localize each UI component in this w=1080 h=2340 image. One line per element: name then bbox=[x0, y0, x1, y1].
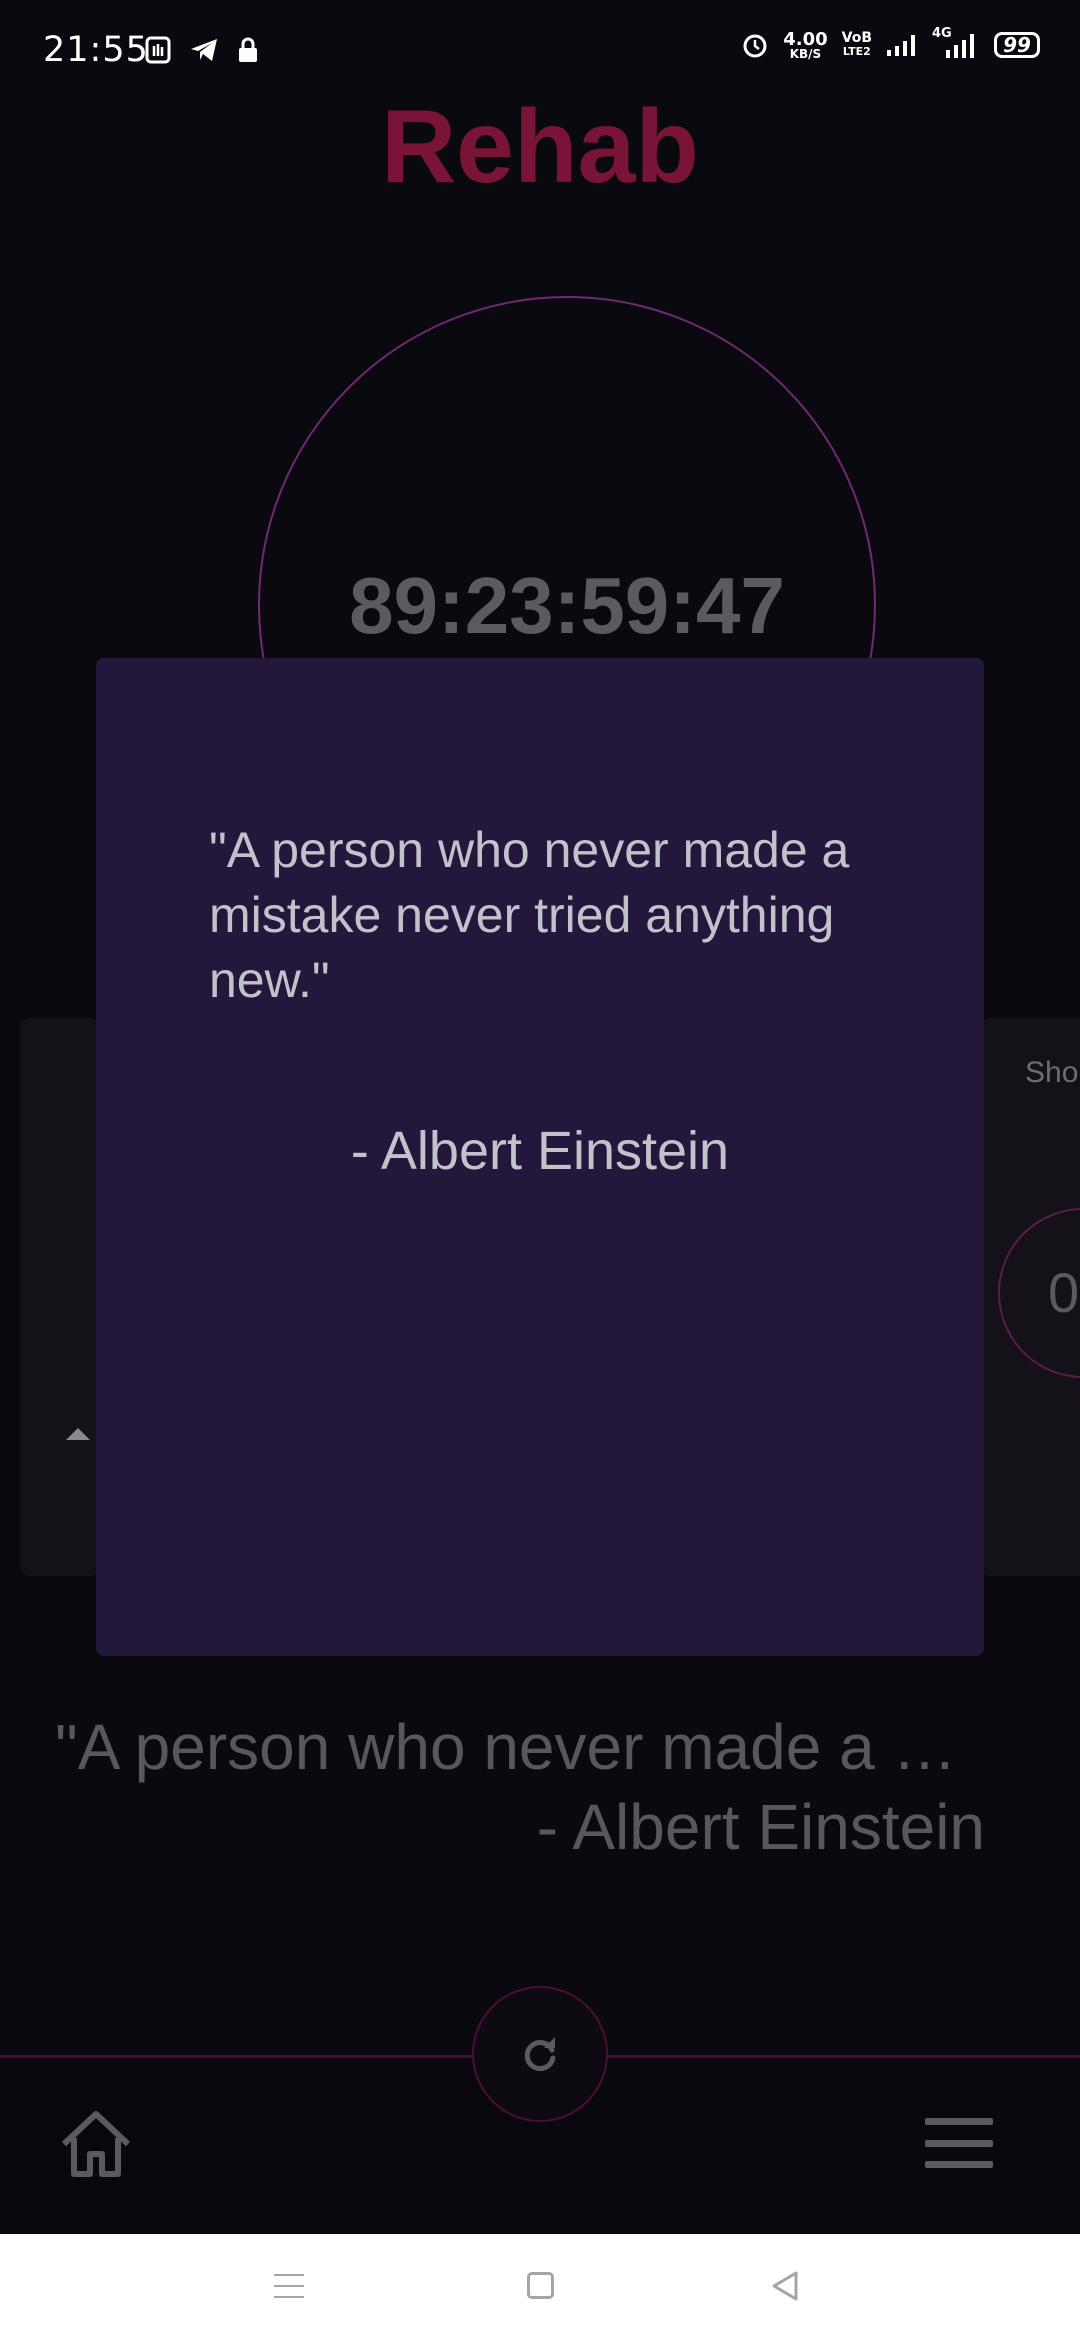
status-right-icons: 4.00 KB/S VoB LTE2 4G 99 bbox=[741, 26, 1040, 61]
lock-icon bbox=[239, 37, 257, 62]
network-speed: 4.00 KB/S bbox=[783, 28, 828, 61]
recent-apps-button[interactable] bbox=[274, 2274, 304, 2298]
screen: 21:55 4.00 KB/S VoB LTE2 4G 99 Rehab 89:… bbox=[0, 0, 1080, 2340]
page-title: Rehab bbox=[381, 89, 699, 205]
recent-apps-icon-line bbox=[274, 2296, 304, 2298]
home-button[interactable] bbox=[56, 2108, 136, 2180]
dialog-quote-author: - Albert Einstein bbox=[350, 1121, 730, 1181]
menu-icon-bar bbox=[925, 2118, 993, 2125]
dialog-quote-text: "A person who never made a mistake never… bbox=[209, 822, 850, 1008]
background-quote-text: "A person who never made a … bbox=[55, 1711, 957, 1783]
menu-button[interactable] bbox=[925, 2118, 993, 2168]
refresh-button[interactable] bbox=[472, 1986, 608, 2122]
alarm-icon bbox=[743, 34, 767, 58]
status-notification-icons bbox=[145, 36, 259, 64]
back-icon[interactable] bbox=[770, 2270, 800, 2302]
refresh-icon bbox=[524, 2037, 556, 2072]
menu-icon-bar bbox=[925, 2139, 993, 2147]
signal-icon bbox=[887, 35, 915, 56]
gesture-app-icon bbox=[145, 36, 171, 64]
status-time: 21:55 bbox=[43, 30, 149, 70]
background-card-label: Sho bbox=[1025, 1056, 1079, 1089]
caret-up-icon bbox=[66, 1428, 90, 1440]
recent-apps-icon-line bbox=[274, 2274, 304, 2276]
menu-icon-bar bbox=[925, 2161, 993, 2168]
recent-apps-icon-line bbox=[274, 2285, 304, 2287]
timer-display: 89:23:59:47 bbox=[349, 561, 785, 650]
quote-dialog[interactable]: "A person who never made a mistake never… bbox=[96, 658, 984, 1656]
volte-indicator: VoB LTE2 bbox=[841, 30, 872, 58]
system-home-button[interactable] bbox=[527, 2272, 554, 2299]
background-card-left bbox=[20, 1018, 100, 1576]
background-quote-author: - Albert Einstein bbox=[536, 1791, 985, 1863]
home-icon bbox=[61, 2111, 131, 2177]
signal-4g-icon: 4G bbox=[932, 26, 980, 60]
battery-icon: 99 bbox=[994, 32, 1040, 58]
status-bar: 21:55 4.00 KB/S VoB LTE2 4G 99 bbox=[0, 0, 1080, 100]
telegram-icon bbox=[191, 39, 217, 61]
background-card-value: 0 bbox=[1048, 1261, 1080, 1324]
